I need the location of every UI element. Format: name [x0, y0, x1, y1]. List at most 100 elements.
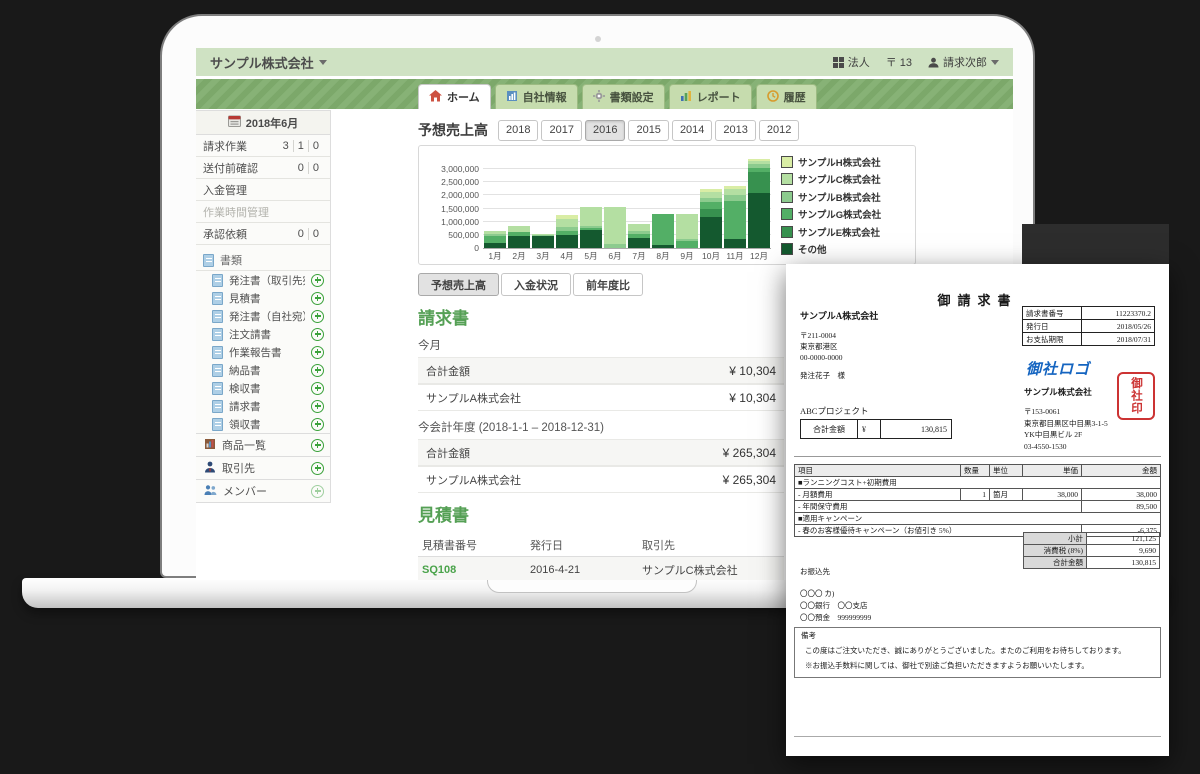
add-icon[interactable]: [311, 310, 324, 323]
add-icon[interactable]: [311, 439, 324, 452]
sidebar-item-発注書（取引先宛）[interactable]: 発注書（取引先宛）: [196, 271, 330, 289]
year-button-2013[interactable]: 2013: [715, 120, 755, 141]
chart-bar-5月[interactable]: [580, 156, 602, 248]
items-column-header: 項目: [795, 465, 961, 477]
legend-swatch: [781, 156, 793, 168]
document-icon: [212, 292, 223, 305]
chart-bar-6月[interactable]: [604, 156, 626, 248]
year-button-2017[interactable]: 2017: [541, 120, 581, 141]
chart-bar-8月[interactable]: [652, 156, 674, 248]
add-icon[interactable]: [311, 382, 324, 395]
chart-segment: [748, 172, 770, 193]
add-icon[interactable]: [311, 462, 324, 475]
sidebar-item-メンバー[interactable]: メンバー: [196, 479, 330, 502]
sidebar-item-注文請書[interactable]: 注文請書: [196, 325, 330, 343]
count-badge: 3: [279, 140, 293, 152]
company-icon: [506, 90, 518, 105]
corporate-switch[interactable]: 法人: [833, 54, 870, 70]
postal-indicator[interactable]: 〒 13: [886, 54, 912, 70]
sidebar-item-請求作業[interactable]: 請求作業310: [196, 135, 330, 157]
customer-contact: 発注花子 様: [800, 370, 878, 381]
chart-bar-3月[interactable]: [532, 156, 554, 248]
year-button-2014[interactable]: 2014: [672, 120, 712, 141]
sidebar-item-作業報告書[interactable]: 作業報告書: [196, 343, 330, 361]
notes-lines: この度はご注文いただき、誠にありがとうございました。またのご利用をお待ちしており…: [801, 645, 1154, 671]
tab-履歴[interactable]: 履歴: [756, 84, 817, 109]
sidebar-item-送付前確認[interactable]: 送付前確認00: [196, 157, 330, 179]
sidebar-item-label: 入金管理: [203, 182, 247, 198]
chart-segment: [652, 245, 674, 248]
chart-bar-12月[interactable]: [748, 156, 770, 248]
chart-segment: [628, 238, 650, 249]
year-button-2016[interactable]: 2016: [585, 120, 625, 141]
sidebar-item-納品書[interactable]: 納品書: [196, 361, 330, 379]
chart-bar-4月[interactable]: [556, 156, 578, 248]
chart-bar-7月[interactable]: [628, 156, 650, 248]
meta-value: 11223370.2: [1082, 307, 1155, 320]
sidebar-item-発注書（自社宛）[interactable]: 発注書（自社宛）: [196, 307, 330, 325]
add-icon[interactable]: [311, 346, 324, 359]
summary-value: 121,125: [1087, 533, 1160, 545]
row-amount: ¥ 265,304: [723, 446, 776, 460]
add-icon[interactable]: [311, 328, 324, 341]
sidebar-item-検収書[interactable]: 検収書: [196, 379, 330, 397]
corporate-label: 法人: [848, 54, 870, 70]
count-badge: 0: [308, 162, 323, 174]
document-icon: [212, 418, 223, 431]
add-icon[interactable]: [311, 364, 324, 377]
add-icon[interactable]: [311, 418, 324, 431]
summary-label: 消費税 (8%): [1024, 545, 1087, 557]
tab-ホーム[interactable]: ホーム: [418, 84, 491, 109]
chart-bar-2月[interactable]: [508, 156, 530, 248]
tab-レポート[interactable]: レポート: [669, 84, 752, 109]
company-selector[interactable]: サンプル株式会社: [210, 53, 327, 72]
toggle-前年度比[interactable]: 前年度比: [573, 273, 643, 296]
chart-xtick-label: 3月: [531, 250, 555, 262]
sidebar-item-請求書[interactable]: 請求書: [196, 397, 330, 415]
chart-bar-9月[interactable]: [676, 156, 698, 248]
sidebar-item-商品一覧[interactable]: 商品一覧: [196, 433, 330, 456]
toggle-入金状況[interactable]: 入金状況: [501, 273, 571, 296]
chart-segment: [556, 219, 578, 226]
item-qty-cell: 1: [961, 489, 990, 501]
sidebar-item-承認依頼[interactable]: 承認依頼00: [196, 223, 330, 245]
summary-value: 130,815: [1087, 557, 1160, 569]
sidebar-item-見積書[interactable]: 見積書: [196, 289, 330, 307]
add-icon[interactable]: [311, 485, 324, 498]
quote-number[interactable]: SQ108: [422, 564, 456, 576]
sidebar-item-入金管理[interactable]: 入金管理: [196, 179, 330, 201]
add-icon[interactable]: [311, 400, 324, 413]
customer-postal: 〒211-0004: [800, 330, 878, 341]
row-label: 合計金額: [426, 363, 470, 379]
sidebar-item-領収書[interactable]: 領収書: [196, 415, 330, 433]
toggle-予想売上高[interactable]: 予想売上高: [418, 273, 499, 296]
chart-segment: [556, 235, 578, 248]
year-button-2012[interactable]: 2012: [759, 120, 799, 141]
row-label: 合計金額: [426, 445, 470, 461]
sidebar: 2018年6月請求作業310送付前確認00入金管理作業時間管理承認依頼00書類発…: [196, 110, 331, 503]
grid-icon: [833, 57, 844, 68]
summary-label: 合計金額: [1024, 557, 1087, 569]
chart-segment: [604, 207, 626, 244]
bank-line: 〇〇〇 カ): [800, 588, 871, 600]
tab-label: 自社情報: [523, 89, 567, 105]
laptop-notch: [487, 578, 697, 593]
chart-segment: [508, 236, 530, 248]
meta-label: 請求書番号: [1023, 307, 1082, 320]
sidebar-item-取引先[interactable]: 取引先: [196, 456, 330, 479]
fiscal-rows: 合計金額¥ 265,304サンプルA株式会社¥ 265,304: [418, 439, 784, 493]
chart-bar-11月[interactable]: [724, 156, 746, 248]
add-icon[interactable]: [311, 292, 324, 305]
chart-bar-10月[interactable]: [700, 156, 722, 248]
year-button-2015[interactable]: 2015: [628, 120, 668, 141]
chart-bar-1月[interactable]: [484, 156, 506, 248]
summary-label: 小計: [1024, 533, 1087, 545]
tab-自社情報[interactable]: 自社情報: [495, 84, 578, 109]
user-menu[interactable]: 請求次郎: [928, 54, 999, 70]
year-button-2018[interactable]: 2018: [498, 120, 538, 141]
add-icon[interactable]: [311, 274, 324, 287]
legend-item: サンプルE株式会社: [781, 223, 881, 241]
tab-書類設定[interactable]: 書類設定: [582, 84, 665, 109]
quote-number-link[interactable]: SQ108: [418, 564, 530, 576]
sidebar-month-header[interactable]: 2018年6月: [196, 111, 330, 135]
